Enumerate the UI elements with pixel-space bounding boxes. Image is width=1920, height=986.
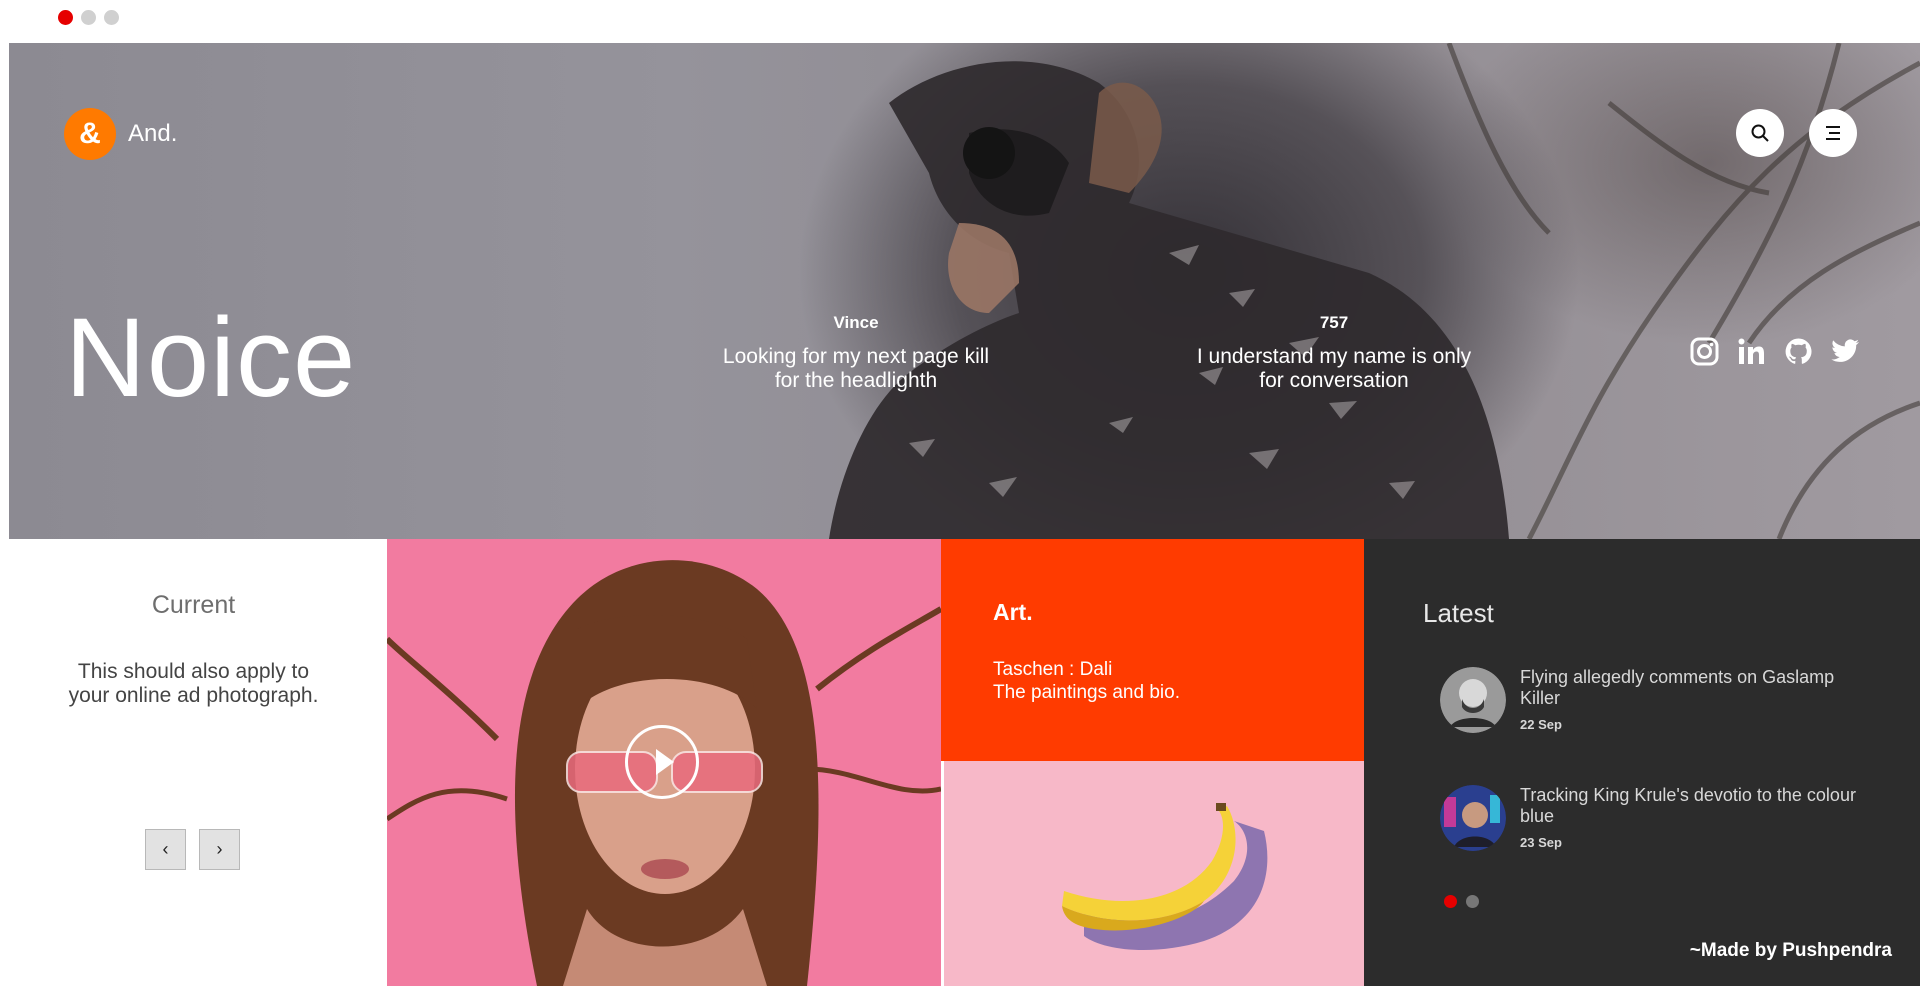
current-panel: Current This should also apply to your o… bbox=[0, 539, 387, 986]
post-date: 22 Sep bbox=[1520, 717, 1562, 732]
brand-name: And. bbox=[128, 120, 178, 147]
window-maximize-dot[interactable] bbox=[104, 10, 119, 25]
current-text-line2: your online ad photograph. bbox=[68, 684, 319, 707]
post-text: Tracking King Krule's devotio to the col… bbox=[1520, 785, 1860, 851]
post-date: 23 Sep bbox=[1520, 835, 1562, 850]
prev-button[interactable]: ‹ bbox=[145, 829, 186, 870]
search-button[interactable] bbox=[1736, 109, 1784, 157]
pager-dot-active[interactable] bbox=[1444, 895, 1457, 908]
twitter-icon[interactable] bbox=[1831, 339, 1860, 369]
quote-text-line1: I understand my name is only bbox=[1196, 345, 1472, 368]
list-item[interactable]: Tracking King Krule's devotio to the col… bbox=[1440, 785, 1860, 851]
menu-icon bbox=[1826, 126, 1840, 140]
art-card[interactable]: Art. Taschen : Dali The paintings and bi… bbox=[941, 539, 1364, 761]
quote-author: Vince bbox=[833, 313, 879, 332]
quote-vince: Vince Looking for my next page kill for … bbox=[706, 313, 1006, 393]
quote-text-line2: for conversation bbox=[1259, 369, 1409, 392]
latest-panel: Latest Flying allegedly comments on Gasl… bbox=[1364, 539, 1920, 986]
chevron-left-icon: ‹ bbox=[162, 839, 169, 859]
post-title[interactable]: Flying allegedly comments on Gaslamp Kil… bbox=[1520, 667, 1860, 709]
banana-image bbox=[941, 761, 1364, 986]
video-thumbnail[interactable] bbox=[387, 539, 941, 986]
avatar bbox=[1440, 667, 1506, 733]
linkedin-icon[interactable] bbox=[1737, 337, 1766, 371]
current-text: This should also apply to your online ad… bbox=[40, 660, 347, 708]
window-controls bbox=[58, 10, 119, 25]
chevron-right-icon: › bbox=[216, 839, 223, 859]
post-text: Flying allegedly comments on Gaslamp Kil… bbox=[1520, 667, 1860, 733]
current-title: Current bbox=[151, 591, 236, 619]
window-minimize-dot[interactable] bbox=[81, 10, 96, 25]
art-description: Taschen : Dali The paintings and bio. bbox=[993, 658, 1180, 704]
github-icon[interactable] bbox=[1784, 337, 1813, 371]
made-by-credit[interactable]: ~Made by Pushpendra bbox=[1690, 940, 1892, 962]
brand[interactable]: & And. bbox=[64, 108, 177, 160]
search-icon bbox=[1751, 124, 1769, 142]
window-close-dot[interactable] bbox=[58, 10, 73, 25]
quote-text-line1: Looking for my next page kill bbox=[722, 345, 990, 368]
latest-title: Latest bbox=[1423, 598, 1494, 628]
quote-text-line2: for the headlighth bbox=[774, 369, 938, 392]
current-text-line1: This should also apply to bbox=[77, 660, 310, 683]
play-icon[interactable] bbox=[625, 725, 699, 799]
hero-banner: & And. Noice Vince Looking for my next p… bbox=[9, 43, 1920, 539]
banana-illustration bbox=[1062, 803, 1268, 951]
art-title: Art. bbox=[993, 599, 1033, 625]
social-links bbox=[1690, 337, 1860, 371]
list-item[interactable]: Flying allegedly comments on Gaslamp Kil… bbox=[1440, 667, 1860, 733]
art-line1: Taschen : Dali bbox=[993, 659, 1113, 680]
pager-dot[interactable] bbox=[1466, 895, 1479, 908]
post-title[interactable]: Tracking King Krule's devotio to the col… bbox=[1520, 785, 1860, 827]
quote-757: 757 I understand my name is only for con… bbox=[1184, 313, 1484, 393]
next-button[interactable]: › bbox=[199, 829, 240, 870]
avatar bbox=[1440, 785, 1506, 851]
hero-photo-photographer bbox=[829, 43, 1920, 539]
art-line2: The paintings and bio. bbox=[993, 682, 1180, 703]
instagram-icon[interactable] bbox=[1690, 337, 1719, 371]
brand-logo: & bbox=[64, 108, 116, 160]
hero-title: Noice bbox=[65, 295, 357, 420]
quote-author: 757 bbox=[1319, 313, 1349, 332]
menu-button[interactable] bbox=[1809, 109, 1857, 157]
carousel-pager bbox=[1444, 895, 1479, 908]
